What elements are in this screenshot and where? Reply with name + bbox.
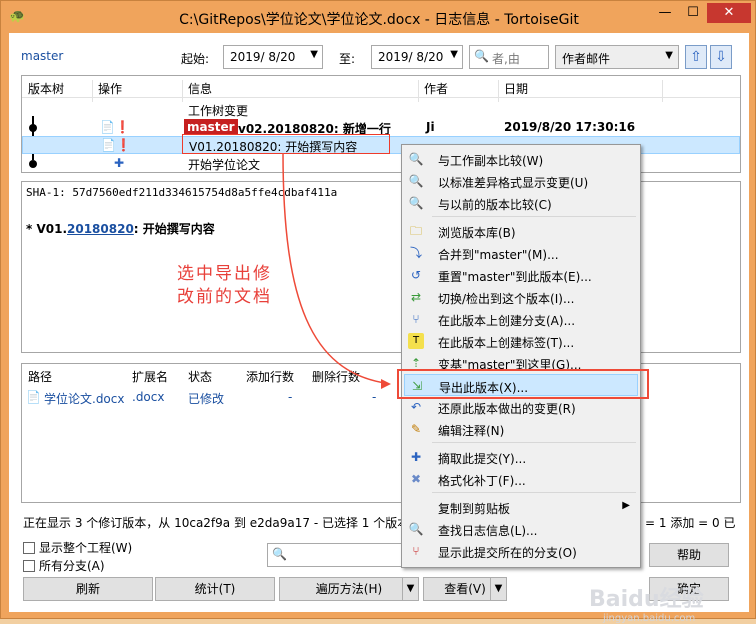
merge-icon: ⤵ [409, 246, 422, 260]
submenu-arrow-icon: ▶ [622, 500, 630, 511]
menu-browse-repo[interactable]: 🗀 浏览版本库(B) [404, 220, 638, 242]
menu-edit-notes[interactable]: ✎ 编辑注释(N) [404, 418, 638, 440]
menu-checkout[interactable]: ⇄ 切换/检出到这个版本(I)... [404, 286, 638, 308]
branches-icon: ⑂ [412, 544, 420, 558]
context-menu: 🔍 与工作副本比较(W) 🔍 以标准差异格式显示变更(U) 🔍 与以前的版本比较(C)… [401, 144, 641, 568]
menu-show-unified-diff[interactable]: 🔍 以标准差异格式显示变更(U) [404, 170, 638, 192]
menu-reset[interactable]: ↺ 重置"master"到此版本(E)... [404, 264, 638, 286]
tag-icon: T [408, 333, 424, 349]
pencil-icon: ✎ [410, 422, 422, 436]
menu-merge[interactable]: ⤵ 合并到"master"(M)... [404, 242, 638, 264]
repo-browser-icon: 🗀 [409, 224, 422, 238]
annotation-arrow [282, 152, 391, 389]
menu-find-log[interactable]: 🔍 查找日志信息(L)... [404, 518, 638, 540]
magnifier-icon: 🔍 [408, 174, 424, 188]
menu-create-branch[interactable]: ⑂ 在此版本上创建分支(A)... [404, 308, 638, 330]
export-highlight-box [397, 369, 649, 399]
menu-format-patch[interactable]: ✖ 格式化补丁(F)... [404, 468, 638, 490]
menu-compare-previous[interactable]: 🔍 与以前的版本比较(C) [404, 192, 638, 214]
menu-show-branches[interactable]: ⑂ 显示此提交所在的分支(O) [404, 540, 638, 562]
menu-create-tag[interactable]: T 在此版本上创建标签(T)... [404, 330, 638, 352]
magnifier-icon: 🔍 [408, 522, 424, 536]
menu-cherry-pick[interactable]: ✚ 摘取此提交(Y)... [404, 446, 638, 468]
cherry-pick-icon: ✚ [410, 450, 422, 464]
magnifier-icon: 🔍 [408, 196, 424, 210]
menu-revert[interactable]: ↶ 还原此版本做出的变更(R) [404, 396, 638, 418]
patch-icon: ✖ [410, 472, 422, 486]
reset-icon: ↺ [410, 268, 422, 282]
switch-icon: ⇄ [410, 290, 422, 304]
menu-compare-working-copy[interactable]: 🔍 与工作副本比较(W) [404, 148, 638, 170]
revert-icon: ↶ [410, 400, 422, 414]
menu-copy-clipboard[interactable]: 复制到剪贴板 ▶ [404, 496, 638, 518]
magnifier-icon: 🔍 [408, 152, 424, 166]
log-window: 🐢 C:\GitRepos\学位论文\学位论文.docx - 日志信息 - To… [0, 0, 756, 624]
branch-icon: ⑂ [412, 312, 420, 326]
